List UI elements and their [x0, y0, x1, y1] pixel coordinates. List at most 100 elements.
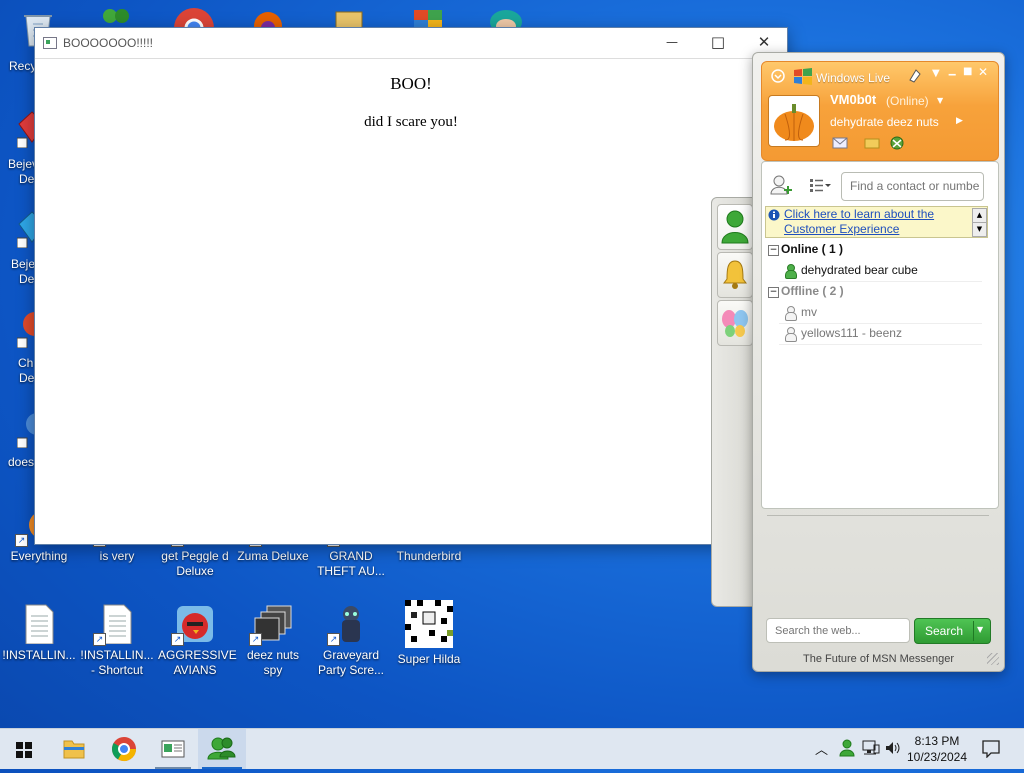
desktop-icon-label: Thunderbird — [396, 549, 462, 563]
desktop-label-does: does — [8, 455, 35, 469]
page-text: did I scare you! — [364, 114, 458, 130]
desktop-label-bejeweled-2b: De — [19, 272, 35, 286]
contacts-icon — [721, 210, 749, 244]
network-icon[interactable] — [862, 740, 880, 756]
tab-alerts[interactable] — [717, 252, 753, 298]
page-heading: BOO! — [390, 74, 432, 93]
group-toggle-offline[interactable]: − — [768, 287, 779, 298]
desktop-icon-label: Super Hilda — [397, 652, 461, 666]
tab-fun[interactable] — [717, 300, 753, 346]
customize-icon[interactable] — [906, 66, 924, 84]
notice-scroll-down[interactable]: ▼ — [972, 222, 987, 237]
find-contact-input[interactable] — [842, 173, 983, 198]
windows-logo-icon — [794, 68, 812, 85]
list-options-icon — [810, 179, 831, 192]
desktop-icon-deez-nuts-spy[interactable]: ↗ deez nuts spy — [236, 604, 310, 678]
butterfly-icon — [722, 310, 748, 337]
contact-item[interactable]: yellows111 - beenz — [779, 324, 982, 345]
desktop-icon-label: Everything — [10, 549, 68, 563]
web-search-field[interactable] — [766, 618, 910, 643]
messenger-maximize-button[interactable]: ■ — [963, 66, 972, 77]
desktop-icon-label: is very — [99, 549, 135, 563]
brand-label: Windows Live — [816, 71, 891, 85]
xbox-icon[interactable] — [890, 136, 904, 150]
messenger-side-tabs — [711, 197, 755, 607]
web-search-input[interactable] — [767, 620, 909, 642]
resize-grip-icon[interactable] — [987, 653, 999, 665]
tray-overflow-icon[interactable]: ︿ — [815, 739, 828, 758]
contact-list-panel: Click here to learn about the Customer E… — [761, 161, 999, 509]
desktop-icon-label: AGGRESSIVE AVIANS — [158, 648, 237, 677]
desktop-icon-label: !INSTALLIN... - Shortcut — [80, 648, 154, 677]
chrome-icon — [111, 737, 136, 762]
notice-scroll-up[interactable]: ▲ — [972, 208, 987, 223]
clock-date[interactable]: 10/23/2024 — [906, 750, 968, 764]
desktop-label-recycle: Recy — [9, 59, 37, 73]
web-search-button[interactable]: Search ▼ — [914, 618, 991, 644]
add-contact-button[interactable] — [768, 172, 796, 198]
desktop-label-bejeweled-2: Beje — [11, 257, 36, 271]
customer-experience-link[interactable]: Click here to learn about the Customer E… — [784, 207, 954, 237]
maximize-button[interactable]: □ — [695, 28, 741, 58]
status-label[interactable]: (Online) — [886, 94, 929, 108]
messenger-header: Windows Live ▼ ‒ ■ ✕ VM0b0t (Online) ▼ d… — [761, 61, 999, 161]
desktop-icon-graveyard[interactable]: ↗ Graveyard Party Scre... — [314, 604, 388, 678]
dropdown-arrow-icon[interactable]: ▼ — [932, 68, 940, 79]
mail-icon[interactable] — [832, 137, 848, 149]
taskbar-chrome[interactable] — [100, 729, 148, 769]
tab-contacts[interactable] — [717, 204, 753, 250]
messenger-icon — [207, 737, 236, 760]
find-contact-search[interactable] — [841, 172, 984, 201]
start-button[interactable] — [0, 729, 48, 769]
contact-name: yellows111 - beenz — [801, 326, 902, 340]
footer-slogan: The Future of MSN Messenger — [802, 653, 954, 665]
username[interactable]: VM0b0t — [830, 92, 876, 107]
menu-circle-icon[interactable] — [770, 68, 786, 84]
buddy-online-icon — [785, 264, 797, 279]
taskbar-file-explorer[interactable] — [50, 729, 98, 769]
window-app-icon — [43, 37, 57, 49]
notice-bar: Click here to learn about the Customer E… — [765, 206, 988, 238]
group-header-online[interactable]: Online ( 1 ) — [781, 242, 843, 256]
desktop-icon-label: Zuma Deluxe — [237, 549, 309, 563]
buddy-offline-icon — [785, 306, 797, 321]
folder-icon — [63, 740, 85, 759]
desktop-icon-installing[interactable]: !INSTALLIN... — [2, 604, 76, 663]
taskbar-messenger[interactable] — [198, 729, 246, 769]
contact-item[interactable]: mv — [779, 303, 982, 324]
window-titlebar[interactable]: BOOOOOOO!!!!! — □ ✕ — [35, 28, 787, 59]
windows-start-icon — [16, 742, 32, 758]
personal-message[interactable]: dehydrate deez nuts — [830, 115, 939, 129]
taskbar: ︿ 8:13 PM 10/23/2024 — [0, 728, 1024, 769]
personal-message-arrow-icon[interactable]: ▶ — [956, 116, 963, 126]
display-picture[interactable] — [768, 95, 820, 147]
desktop-icon-installing-shortcut[interactable]: ↗ !INSTALLIN... - Shortcut — [80, 604, 154, 678]
notifications-icon[interactable] — [982, 740, 1000, 758]
minimize-button[interactable]: — — [649, 28, 695, 58]
volume-icon[interactable] — [884, 740, 902, 756]
search-options-dropdown-icon[interactable]: ▼ — [977, 625, 983, 634]
messenger-close-button[interactable]: ✕ — [978, 65, 988, 79]
folder-icon[interactable] — [864, 137, 880, 149]
desktop-icon-label: Graveyard Party Scre... — [317, 648, 385, 677]
contact-item[interactable]: dehydrated bear cube — [779, 261, 982, 282]
group-header-offline[interactable]: Offline ( 2 ) — [781, 284, 844, 298]
desktop-label-bejeweled-1b: De — [19, 172, 35, 186]
text-file-shortcut-icon: ↗ — [93, 604, 137, 646]
status-dropdown-icon[interactable]: ▼ — [937, 96, 943, 105]
super-hilda-icon — [405, 600, 453, 648]
clock-time[interactable]: 8:13 PM — [906, 734, 968, 748]
group-toggle-online[interactable]: − — [768, 245, 779, 256]
window-app-icon — [161, 740, 185, 758]
desktop-icon-super-hilda[interactable]: Super Hilda — [392, 600, 466, 667]
taskbar-boo-window[interactable] — [149, 729, 197, 769]
list-options-button[interactable] — [808, 176, 834, 196]
buddy-offline-icon — [785, 327, 797, 342]
desktop-icon-aggressive-avians[interactable]: ↗ AGGRESSIVE AVIANS — [158, 604, 237, 678]
tray-messenger-icon[interactable] — [838, 739, 856, 757]
desktop-icon-label: GRAND THEFT AU... — [317, 549, 385, 578]
graveyard-icon: ↗ — [327, 604, 371, 646]
boo-window[interactable]: BOOOOOOO!!!!! — □ ✕ BOO! did I scare you… — [34, 27, 788, 545]
messenger-minimize-button[interactable]: ‒ — [948, 67, 956, 81]
messenger-window[interactable]: Windows Live ▼ ‒ ■ ✕ VM0b0t (Online) ▼ d… — [752, 52, 1005, 672]
